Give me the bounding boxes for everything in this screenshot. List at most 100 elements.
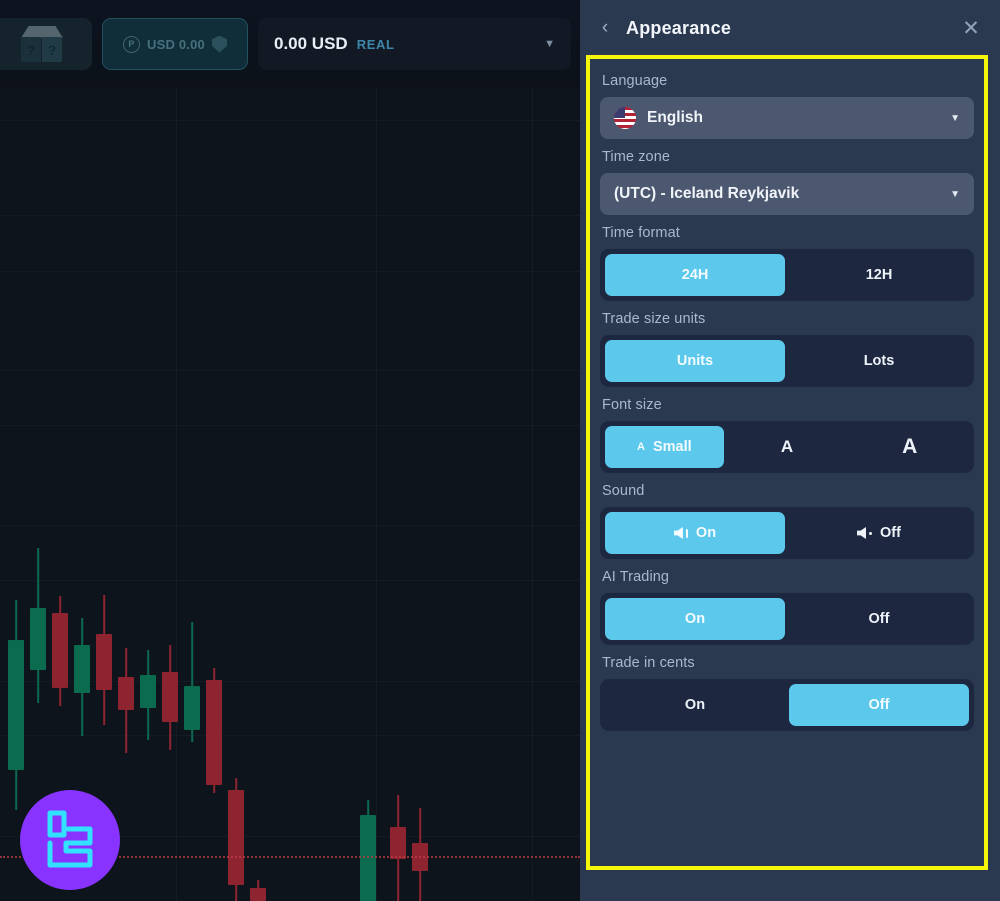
candlestick: [206, 0, 222, 901]
settings-sections: Language English ▼ Time zone (UTC) - Iceland…: [600, 73, 974, 731]
segmented-trade_size_units: Units Lots: [600, 335, 974, 387]
setting-label-trade_in_cents: Trade in cents: [602, 655, 695, 671]
shield-icon: [211, 35, 227, 53]
chevron-left-icon[interactable]: ‹: [594, 17, 616, 39]
segment-ai_trading-on-0[interactable]: On: [605, 598, 785, 640]
segmented-time_format: 24H 12H: [600, 249, 974, 301]
mystery-box-left-face: ?: [21, 37, 41, 62]
segment-ai_trading-off-1[interactable]: Off: [789, 598, 969, 640]
app-root: ? ? P USD 0.00 0.00 USD REAL ▼ ‹ Appeara…: [0, 0, 1000, 901]
font-large-icon: A: [902, 435, 918, 458]
segment-trade_size_units-lots-1[interactable]: Lots: [789, 340, 969, 382]
chevron-down-icon[interactable]: ▼: [950, 113, 960, 124]
candle-body: [162, 672, 178, 722]
segment-time_format-12h-1[interactable]: 12H: [789, 254, 969, 296]
segment-trade_in_cents-off-1[interactable]: Off: [789, 684, 969, 726]
setting-label-time_zone: Time zone: [602, 149, 671, 165]
candle-body: [184, 686, 200, 730]
candle-body: [360, 815, 376, 901]
setting-label-sound: Sound: [602, 483, 645, 499]
dropdown-value-language: English: [647, 109, 703, 126]
dropdown-value-time_zone: (UTC) - Iceland Reykjavik: [614, 185, 800, 202]
segment-label: On: [695, 525, 717, 541]
account-balance: 0.00 USD: [274, 34, 348, 53]
bonus-coin-icon: P: [123, 35, 141, 53]
candle-body: [118, 677, 134, 710]
setting-sound: Sound On Off: [600, 483, 974, 559]
mystery-box-icon: ? ?: [19, 24, 65, 64]
chevron-down-icon[interactable]: ▼: [544, 38, 555, 50]
close-icon[interactable]: ✕: [958, 15, 984, 41]
font-small-icon: A: [637, 441, 645, 453]
candle-body: [206, 680, 222, 785]
candlestick: [412, 0, 428, 901]
setting-time_format: Time format 24H 12H: [600, 225, 974, 301]
grid-line-vertical: [376, 0, 377, 901]
grid-line-vertical: [532, 0, 533, 901]
panel-header: ‹ Appearance ✕: [580, 0, 1000, 56]
setting-trade_in_cents: Trade in cents On Off: [600, 655, 974, 731]
candlestick: [8, 0, 24, 901]
account-selector[interactable]: 0.00 USD REAL ▼: [258, 18, 571, 70]
setting-trade_size_units: Trade size units Units Lots: [600, 311, 974, 387]
chevron-down-icon[interactable]: ▼: [950, 189, 960, 200]
candle-body: [30, 608, 46, 670]
segmented-ai_trading: On Off: [600, 593, 974, 645]
segment-sound-off-1[interactable]: Off: [789, 512, 969, 554]
segment-time_format-24h-0[interactable]: 24H: [605, 254, 785, 296]
segmented-trade_in_cents: On Off: [600, 679, 974, 731]
setting-label-trade_size_units: Trade size units: [602, 311, 706, 327]
segment-font_size-small-0[interactable]: A Small: [605, 426, 724, 468]
candlestick: [250, 0, 266, 901]
candlestick: [360, 0, 376, 901]
segment-label: Small: [652, 439, 692, 455]
us-flag-icon: [614, 107, 636, 129]
account-type-badge: REAL: [356, 36, 395, 52]
platform-logo[interactable]: [20, 790, 120, 890]
setting-label-font_size: Font size: [602, 397, 662, 413]
candlestick: [184, 0, 200, 901]
candlestick: [52, 0, 68, 901]
dropdown-time_zone[interactable]: (UTC) - Iceland Reykjavik ▼: [600, 173, 974, 215]
setting-ai_trading: AI Trading On Off: [600, 569, 974, 645]
candlestick: [118, 0, 134, 901]
candle-body: [390, 827, 406, 859]
bonus-balance-chip[interactable]: P USD 0.00: [102, 18, 248, 70]
segment-trade_in_cents-on-0[interactable]: On: [605, 684, 785, 726]
setting-font_size: Font size A Small A A: [600, 397, 974, 473]
speaker-off-icon: [857, 527, 873, 539]
setting-time_zone: Time zone (UTC) - Iceland Reykjavik ▼: [600, 149, 974, 215]
candlestick: [74, 0, 90, 901]
appearance-settings-panel: ‹ Appearance ✕ Language English ▼ Time zone…: [580, 0, 1000, 901]
candle-body: [8, 640, 24, 770]
candle-body: [74, 645, 90, 693]
candle-body: [250, 888, 266, 901]
candlestick: [390, 0, 406, 901]
segment-font_size-a-1[interactable]: A: [728, 426, 847, 468]
candle-body: [52, 613, 68, 688]
setting-label-language: Language: [602, 73, 668, 89]
logo-mark-icon: [47, 810, 93, 868]
bonus-balance-label: USD 0.00: [147, 36, 205, 52]
setting-label-time_format: Time format: [602, 225, 680, 241]
setting-language: Language English ▼: [600, 73, 974, 139]
candlestick-chart[interactable]: [0, 0, 580, 901]
candlestick: [162, 0, 178, 901]
mystery-box-right-face: ?: [42, 37, 62, 62]
segmented-font_size: A Small A A: [600, 421, 974, 473]
speaker-on-icon: [673, 527, 688, 539]
settings-highlight-region: Language English ▼ Time zone (UTC) - Iceland…: [586, 55, 988, 870]
candlestick: [228, 0, 244, 901]
segment-sound-on-0[interactable]: On: [605, 512, 785, 554]
segment-trade_size_units-units-0[interactable]: Units: [605, 340, 785, 382]
font-medium-icon: A: [780, 437, 794, 456]
setting-label-ai_trading: AI Trading: [602, 569, 670, 585]
candle-body: [96, 634, 112, 690]
segment-font_size-a-2[interactable]: A: [850, 426, 969, 468]
dropdown-language[interactable]: English ▼: [600, 97, 974, 139]
segmented-sound: On Off: [600, 507, 974, 559]
segment-label: Off: [880, 525, 901, 541]
mystery-box-button[interactable]: ? ?: [0, 18, 92, 70]
top-bar: ? ? P USD 0.00 0.00 USD REAL ▼: [0, 0, 580, 88]
page-title: Appearance: [626, 17, 732, 38]
